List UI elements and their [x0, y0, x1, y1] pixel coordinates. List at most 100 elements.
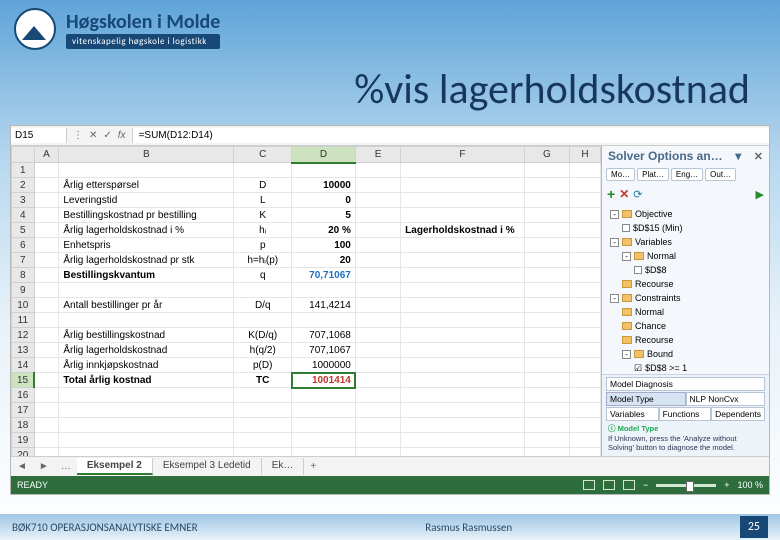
cell[interactable]: [59, 448, 234, 457]
cell[interactable]: [355, 358, 400, 373]
worksheet[interactable]: ABCDEFGH12Årlig etterspørselD100003Lever…: [11, 146, 601, 456]
cell[interactable]: [401, 343, 525, 358]
row-header[interactable]: 12: [12, 328, 35, 343]
dropdown-icon[interactable]: ⋮: [73, 130, 83, 141]
cell[interactable]: [401, 298, 525, 313]
cell[interactable]: [34, 163, 59, 178]
cell[interactable]: [34, 298, 59, 313]
cell[interactable]: [234, 313, 292, 328]
row-header[interactable]: 9: [12, 283, 35, 298]
cell[interactable]: 100: [292, 238, 356, 253]
col-header[interactable]: E: [355, 147, 400, 163]
cell[interactable]: [524, 268, 569, 283]
cell[interactable]: [524, 448, 569, 457]
cell[interactable]: [355, 223, 400, 238]
row-header[interactable]: 5: [12, 223, 35, 238]
cell[interactable]: 20: [292, 253, 356, 268]
row-header[interactable]: 14: [12, 358, 35, 373]
solver-tab[interactable]: Mo…: [606, 168, 635, 181]
cell[interactable]: [524, 313, 569, 328]
cell[interactable]: [355, 178, 400, 193]
cell[interactable]: [34, 388, 59, 403]
cell[interactable]: [234, 403, 292, 418]
cell[interactable]: [34, 178, 59, 193]
solver-tab[interactable]: Plat…: [637, 168, 669, 181]
tab-nav-next-icon[interactable]: ►: [33, 461, 55, 472]
cell[interactable]: D: [234, 178, 292, 193]
cell[interactable]: Årlig lagerholdskostnad pr stk: [59, 253, 234, 268]
cell[interactable]: [292, 403, 356, 418]
cell[interactable]: [524, 223, 569, 238]
cell[interactable]: [59, 313, 234, 328]
row-header[interactable]: 16: [12, 388, 35, 403]
cell[interactable]: [401, 403, 525, 418]
cell[interactable]: [34, 223, 59, 238]
cell[interactable]: [234, 433, 292, 448]
cell[interactable]: [292, 448, 356, 457]
cell[interactable]: [59, 163, 234, 178]
tree-node[interactable]: $D$15 (Min): [606, 221, 765, 235]
cell[interactable]: [234, 163, 292, 178]
cell[interactable]: [355, 253, 400, 268]
cell[interactable]: [570, 343, 601, 358]
row-header[interactable]: 18: [12, 418, 35, 433]
col-header[interactable]: G: [524, 147, 569, 163]
add-icon[interactable]: +: [607, 186, 615, 202]
cell[interactable]: Årlig innkjøpskostnad: [59, 358, 234, 373]
cell[interactable]: Total årlig kostnad: [59, 373, 234, 388]
cell[interactable]: [355, 343, 400, 358]
cell[interactable]: [34, 238, 59, 253]
cell[interactable]: [570, 178, 601, 193]
close-icon[interactable]: ✕: [754, 150, 763, 163]
row-header[interactable]: 19: [12, 433, 35, 448]
tree-node[interactable]: -Normal: [606, 249, 765, 263]
sheet-tab[interactable]: Ek…: [262, 458, 305, 475]
cell[interactable]: [570, 253, 601, 268]
cell[interactable]: [524, 283, 569, 298]
cell[interactable]: [59, 388, 234, 403]
cancel-icon[interactable]: ✕: [89, 130, 97, 141]
cell[interactable]: [401, 253, 525, 268]
cell[interactable]: [570, 358, 601, 373]
cell[interactable]: h(q/2): [234, 343, 292, 358]
cell[interactable]: [34, 328, 59, 343]
row-header[interactable]: 20: [12, 448, 35, 457]
cell[interactable]: [524, 163, 569, 178]
new-sheet-icon[interactable]: +: [304, 461, 322, 472]
cell[interactable]: 141,4214: [292, 298, 356, 313]
cell[interactable]: [524, 328, 569, 343]
cell[interactable]: [401, 418, 525, 433]
cell[interactable]: [355, 328, 400, 343]
cell[interactable]: K: [234, 208, 292, 223]
cell[interactable]: 707,1067: [292, 343, 356, 358]
cell[interactable]: [524, 343, 569, 358]
tree-node[interactable]: Recourse: [606, 277, 765, 291]
cell[interactable]: [570, 238, 601, 253]
cell[interactable]: [34, 193, 59, 208]
cell[interactable]: p: [234, 238, 292, 253]
cell[interactable]: [355, 418, 400, 433]
cell[interactable]: [570, 283, 601, 298]
cell[interactable]: [292, 388, 356, 403]
cell[interactable]: [570, 448, 601, 457]
cell[interactable]: [292, 418, 356, 433]
cell[interactable]: [524, 388, 569, 403]
tree-node[interactable]: -Bound: [606, 347, 765, 361]
cell[interactable]: p(D): [234, 358, 292, 373]
cell[interactable]: [59, 418, 234, 433]
delete-icon[interactable]: ✕: [619, 187, 629, 201]
row-header[interactable]: 11: [12, 313, 35, 328]
refresh-icon[interactable]: ⟳: [633, 188, 642, 201]
cell[interactable]: [355, 193, 400, 208]
tab-nav-prev-icon[interactable]: ◄: [11, 461, 33, 472]
diag-subtab[interactable]: Variables: [606, 407, 659, 421]
cell[interactable]: [570, 163, 601, 178]
cell[interactable]: [401, 268, 525, 283]
view-break-icon[interactable]: [623, 480, 635, 490]
diag-subtab[interactable]: Dependents: [711, 407, 765, 421]
col-header[interactable]: C: [234, 147, 292, 163]
col-header[interactable]: B: [59, 147, 234, 163]
cell[interactable]: 0: [292, 193, 356, 208]
cell[interactable]: [34, 403, 59, 418]
cell[interactable]: [524, 238, 569, 253]
